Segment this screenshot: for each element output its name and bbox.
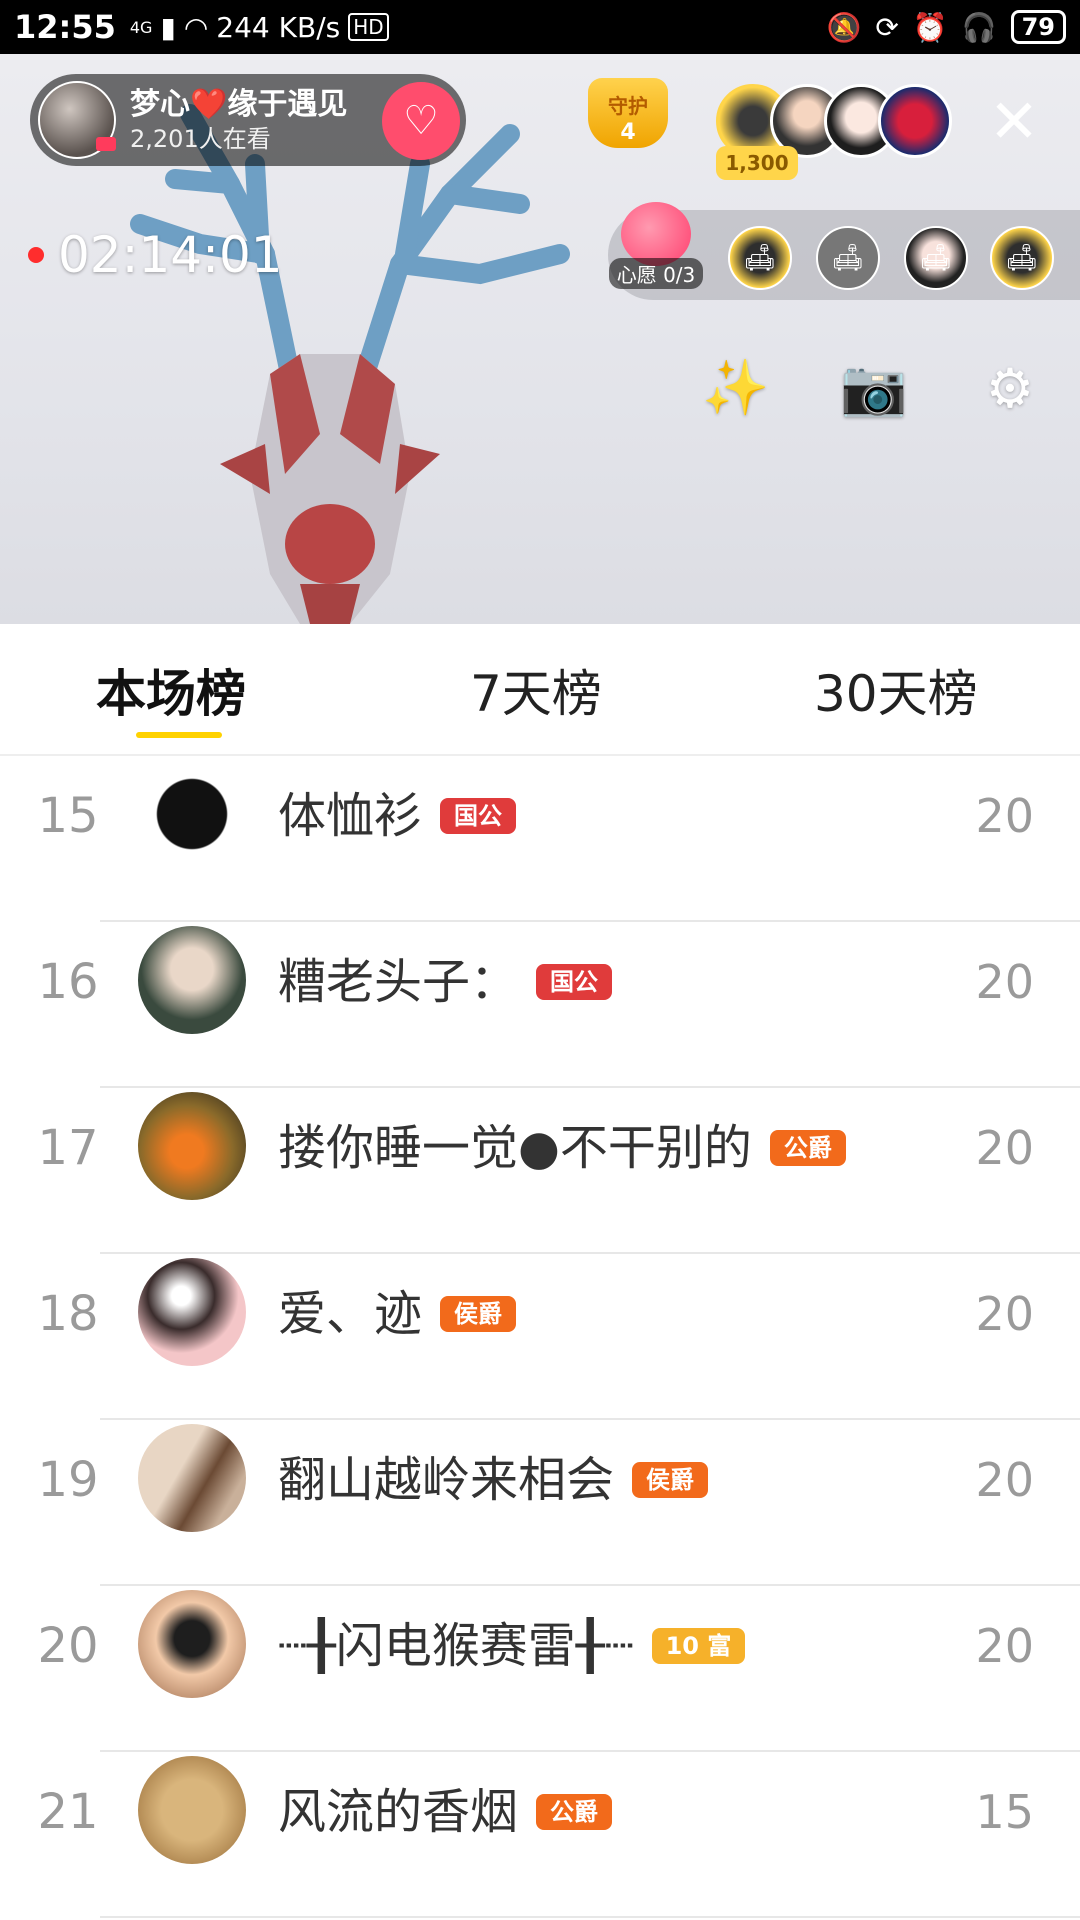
lock-rotation-icon: ⟳ [875, 10, 899, 44]
rank-number: 16 [37, 954, 99, 1010]
rank-number: 18 [37, 1286, 99, 1342]
host-info: 梦心❤️缘于遇见 2,201人在看 [130, 86, 347, 154]
headphones-icon: 🎧 [961, 10, 997, 44]
live-timer-text: 02:14:01 [58, 226, 283, 284]
live-timer: 02:14:01 [28, 226, 283, 284]
user-name-wrap: 搂你睡一觉●不干别的 公爵 [278, 1088, 846, 1208]
network-speed: 244 KB/s [216, 10, 341, 44]
user-avatar[interactable] [138, 1092, 246, 1200]
ranking-row[interactable]: 18 爱、迹 侯爵 20 [0, 1254, 1080, 1420]
battery-level: 79 [1010, 10, 1066, 44]
follow-heart-button[interactable]: ♡ [382, 82, 460, 160]
user-avatar[interactable] [138, 760, 246, 868]
viewer-count: 2,201人在看 [130, 125, 271, 153]
user-score: 20 [975, 1619, 1034, 1673]
ranking-row[interactable]: 16 糟老头子： 国公 20 [0, 922, 1080, 1088]
network-type: 4G [129, 17, 153, 37]
rank-number: 21 [37, 1784, 99, 1840]
heart-plus-icon: ♡ [403, 98, 439, 144]
ranking-list: 15 体恤衫 国公 20 16 糟老头子： 国公 20 17 搂你睡一觉●不干别… [0, 756, 1080, 1918]
user-score: 15 [975, 1785, 1034, 1839]
live-video[interactable]: 梦心❤️缘于遇见 2,201人在看 ♡ 守护 4 1,300 ✕ 02:14:0… [0, 54, 1080, 624]
user-name: 体恤衫 [278, 788, 423, 844]
user-avatar[interactable] [138, 1590, 246, 1698]
ranking-row[interactable]: 21 风流的香烟 公爵 15 [0, 1752, 1080, 1918]
user-name: 糟老头子： [278, 954, 519, 1010]
user-avatar[interactable] [138, 1258, 246, 1366]
wish-label: 心愿 0/3 [608, 258, 704, 289]
ranking-row[interactable]: 17 搂你睡一觉●不干别的 公爵 20 [0, 1088, 1080, 1254]
mute-icon: 🔕 [826, 10, 862, 44]
live-dot-icon [28, 247, 44, 263]
host-avatar[interactable] [38, 81, 116, 159]
ranking-tabs: 本场榜 7天榜 30天榜 [0, 624, 1080, 756]
rank-title-badge: 公爵 [769, 1130, 846, 1166]
rank-title-badge: 国公 [536, 964, 613, 1000]
rank-number: 19 [37, 1452, 99, 1508]
host-info-pill[interactable]: 梦心❤️缘于遇见 2,201人在看 ♡ [30, 74, 466, 166]
guard-badge[interactable]: 守护 4 [582, 78, 674, 170]
top-viewer-score: 1,300 [716, 146, 798, 180]
rank-title-badge: 国公 [440, 798, 517, 834]
magic-wand-icon[interactable]: ✨ [700, 352, 772, 424]
rank-title-badge: 侯爵 [440, 1296, 517, 1332]
user-name-wrap: ┈╂闪电猴赛雷╂┈ 10 富 [278, 1586, 746, 1706]
status-time: 12:55 [14, 8, 116, 46]
rank-title-badge: 公爵 [536, 1794, 613, 1830]
seat-avatar[interactable]: 🛋 [728, 226, 792, 290]
seat-avatar[interactable]: 🛋 [990, 226, 1054, 290]
hd-label: HD [348, 13, 389, 41]
ranking-row[interactable]: 20 ┈╂闪电猴赛雷╂┈ 10 富 20 [0, 1586, 1080, 1752]
status-bar: 12:55 4G ▮ ◠ 244 KB/s HD 🔕 ⟳ ⏰ 🎧 79 [0, 0, 1080, 54]
wish-heart-icon [621, 202, 691, 266]
user-name-wrap: 体恤衫 国公 [278, 756, 517, 876]
user-name-wrap: 风流的香烟 公爵 [278, 1752, 613, 1872]
user-name: 搂你睡一觉●不干别的 [278, 1120, 752, 1176]
wish-button[interactable]: 心愿 0/3 [608, 202, 704, 289]
status-icons: 🔕 ⟳ ⏰ 🎧 79 [826, 10, 1066, 44]
user-score: 20 [975, 1453, 1034, 1507]
user-avatar[interactable] [138, 926, 246, 1034]
rank-number: 17 [37, 1120, 99, 1176]
close-icon[interactable]: ✕ [984, 92, 1044, 154]
rank-title-badge: 侯爵 [632, 1462, 709, 1498]
user-name: 翻山越岭来相会 [278, 1452, 615, 1508]
seat-avatar[interactable]: 🛋 [904, 226, 968, 290]
signal-group: 4G ▮ ◠ 244 KB/s HD [130, 11, 389, 44]
user-name: ┈╂闪电猴赛雷╂┈ [278, 1618, 634, 1674]
tab-underline [136, 732, 222, 738]
user-name: 爱、迹 [278, 1286, 423, 1342]
wifi-icon: ◠ [183, 10, 209, 44]
rank-title-badge: 10 富 [651, 1628, 746, 1664]
seat-empty-icon[interactable]: 🛋 [816, 226, 880, 290]
camera-flip-icon[interactable]: 📷 [838, 352, 910, 424]
tab-this-session[interactable]: 本场榜 [96, 654, 246, 726]
top-viewers[interactable]: 1,300 [716, 84, 952, 180]
user-score: 20 [975, 1121, 1034, 1175]
guard-count: 4 [620, 120, 636, 145]
host-name: 梦心❤️缘于遇见 [130, 87, 348, 122]
ranking-row[interactable]: 15 体恤衫 国公 20 [0, 756, 1080, 922]
tab-30-days[interactable]: 30天榜 [814, 654, 978, 726]
top-viewer-avatar[interactable] [878, 84, 952, 158]
user-avatar[interactable] [138, 1756, 246, 1864]
user-name: 风流的香烟 [278, 1784, 519, 1840]
user-avatar[interactable] [138, 1424, 246, 1532]
user-score: 20 [975, 1287, 1034, 1341]
user-score: 20 [975, 789, 1034, 843]
user-score: 20 [975, 955, 1034, 1009]
settings-icon[interactable]: ⚙ [974, 352, 1046, 424]
signal-icon: ▮ [160, 10, 176, 44]
rank-number: 15 [37, 788, 99, 844]
tab-7-days[interactable]: 7天榜 [470, 654, 602, 726]
ranking-row[interactable]: 19 翻山越岭来相会 侯爵 20 [0, 1420, 1080, 1586]
user-name-wrap: 翻山越岭来相会 侯爵 [278, 1420, 709, 1540]
rank-number: 20 [37, 1618, 99, 1674]
alarm-icon: ⏰ [912, 10, 948, 44]
user-name-wrap: 爱、迹 侯爵 [278, 1254, 517, 1374]
user-name-wrap: 糟老头子： 国公 [278, 922, 613, 1042]
